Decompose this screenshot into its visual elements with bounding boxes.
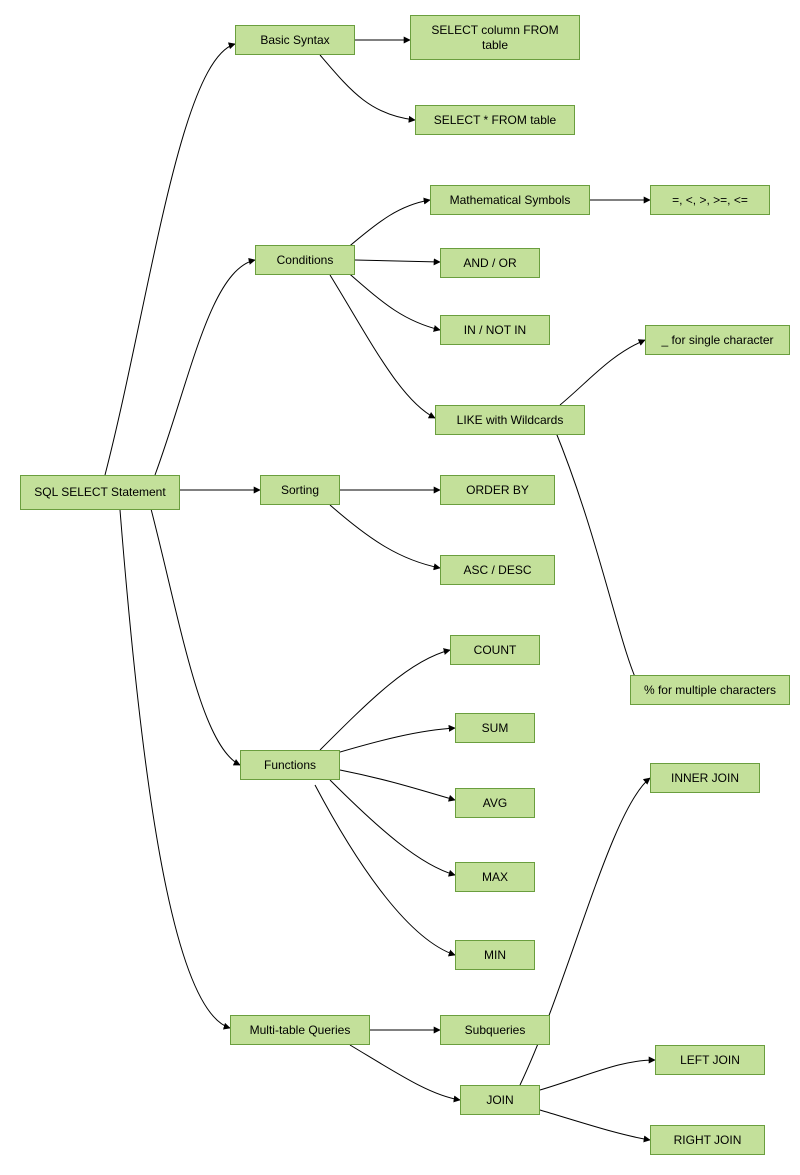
node-label: IN / NOT IN <box>464 323 526 338</box>
node-max: MAX <box>455 862 535 892</box>
node-label: INNER JOIN <box>671 771 739 786</box>
node-label: SQL SELECT Statement <box>34 485 165 500</box>
node-label: ASC / DESC <box>463 563 531 578</box>
node-join: JOIN <box>460 1085 540 1115</box>
node-label: MAX <box>482 870 508 885</box>
node-percent: % for multiple characters <box>630 675 790 705</box>
node-label: Conditions <box>277 253 334 268</box>
node-count: COUNT <box>450 635 540 665</box>
node-label: Basic Syntax <box>260 33 329 48</box>
node-right-join: RIGHT JOIN <box>650 1125 765 1155</box>
node-sorting: Sorting <box>260 475 340 505</box>
node-label: Mathematical Symbols <box>450 193 571 208</box>
edges-layer <box>0 0 800 1175</box>
node-functions: Functions <box>240 750 340 780</box>
node-subqueries: Subqueries <box>440 1015 550 1045</box>
node-root: SQL SELECT Statement <box>20 475 180 510</box>
node-left-join: LEFT JOIN <box>655 1045 765 1075</box>
node-label: LIKE with Wildcards <box>457 413 564 428</box>
node-label: LEFT JOIN <box>680 1053 740 1068</box>
node-label: Functions <box>264 758 316 773</box>
node-inner-join: INNER JOIN <box>650 763 760 793</box>
node-label: AND / OR <box>463 256 516 271</box>
node-multi-table: Multi-table Queries <box>230 1015 370 1045</box>
node-label: MIN <box>484 948 506 963</box>
node-underscore: _ for single character <box>645 325 790 355</box>
node-conditions: Conditions <box>255 245 355 275</box>
node-label: Multi-table Queries <box>250 1023 351 1038</box>
node-symbols-list: =, <, >, >=, <= <box>650 185 770 215</box>
node-min: MIN <box>455 940 535 970</box>
node-label: JOIN <box>486 1093 513 1108</box>
node-label: SUM <box>482 721 509 736</box>
node-select-col: SELECT column FROM table <box>410 15 580 60</box>
node-label: SELECT * FROM table <box>434 113 556 128</box>
node-label: Subqueries <box>465 1023 526 1038</box>
node-label: COUNT <box>474 643 517 658</box>
node-label: % for multiple characters <box>644 683 776 698</box>
node-asc-desc: ASC / DESC <box>440 555 555 585</box>
diagram-canvas: SQL SELECT Statement Basic Syntax Condit… <box>0 0 800 1175</box>
node-label: AVG <box>483 796 507 811</box>
node-like: LIKE with Wildcards <box>435 405 585 435</box>
node-label: Sorting <box>281 483 319 498</box>
node-label: =, <, >, >=, <= <box>672 193 748 208</box>
node-avg: AVG <box>455 788 535 818</box>
node-label: ORDER BY <box>466 483 529 498</box>
node-order-by: ORDER BY <box>440 475 555 505</box>
node-label: _ for single character <box>661 333 773 348</box>
node-label: RIGHT JOIN <box>674 1133 742 1148</box>
node-basic-syntax: Basic Syntax <box>235 25 355 55</box>
node-and-or: AND / OR <box>440 248 540 278</box>
node-label: SELECT column FROM table <box>417 23 573 53</box>
node-math-symbols: Mathematical Symbols <box>430 185 590 215</box>
node-sum: SUM <box>455 713 535 743</box>
node-select-star: SELECT * FROM table <box>415 105 575 135</box>
node-in-notin: IN / NOT IN <box>440 315 550 345</box>
